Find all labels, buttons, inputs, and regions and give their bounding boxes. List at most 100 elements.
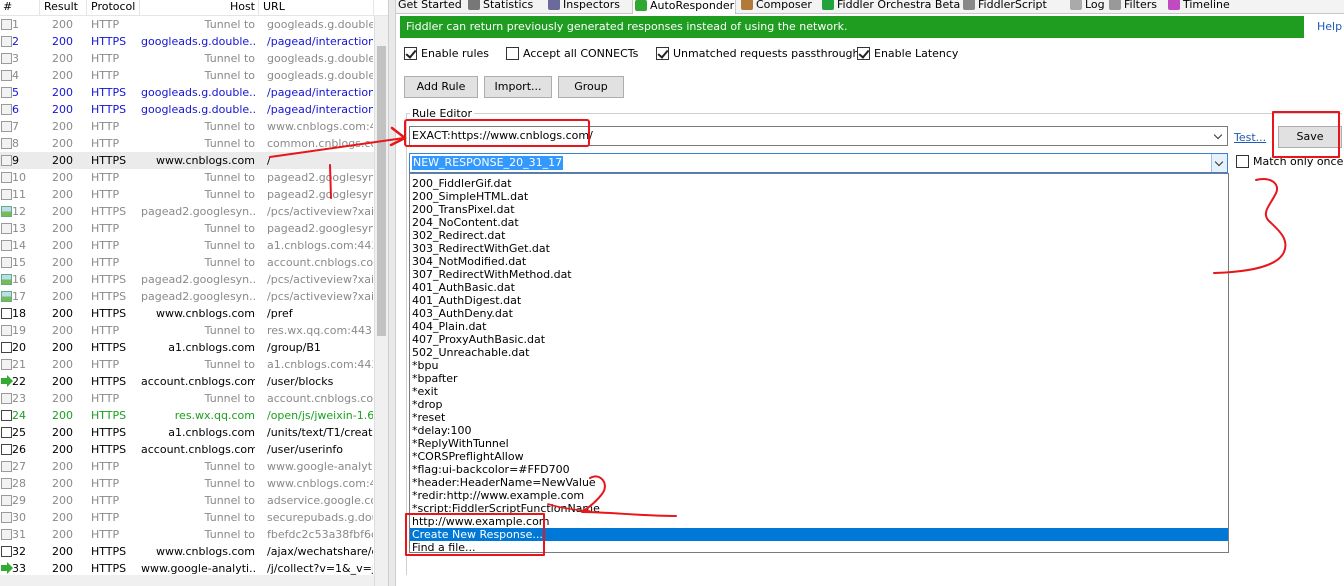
match-once-checkbox[interactable]: Match only once: [1236, 154, 1343, 170]
add-rule-button[interactable]: Add Rule: [404, 76, 478, 98]
dropdown-option[interactable]: 502_Unreachable.dat: [410, 346, 1228, 359]
tab-fiddler-orchestra-beta[interactable]: Fiddler Orchestra Beta: [820, 0, 960, 14]
col-host[interactable]: Host: [141, 0, 259, 16]
checkbox-box[interactable]: [404, 47, 417, 60]
scroll-thumb[interactable]: [377, 46, 386, 336]
dropdown-option[interactable]: 200_FiddlerGif.dat: [410, 177, 1228, 190]
table-row[interactable]: 12 200 HTTPS pagead2.googlesyn... /pcs/activ…: [0, 203, 374, 220]
table-row[interactable]: 15 200 HTTP Tunnel to account.cnblogs.com:: [0, 254, 374, 271]
checkbox-box[interactable]: [506, 47, 519, 60]
dropdown-option[interactable]: 302_Redirect.dat: [410, 229, 1228, 242]
table-row[interactable]: 13 200 HTTP Tunnel to pagead2.googlesyndic: [0, 220, 374, 237]
table-row[interactable]: 22 200 HTTPS account.cnblogs.com/user/block…: [0, 373, 374, 390]
dropdown-option[interactable]: *redir:http://www.example.com: [410, 489, 1228, 502]
dropdown-option[interactable]: *bpafter: [410, 372, 1228, 385]
dropdown-option[interactable]: 204_NoContent.dat: [410, 216, 1228, 229]
table-row[interactable]: 23 200 HTTP Tunnel to account.cnblogs.com:: [0, 390, 374, 407]
dropdown-option[interactable]: *exit: [410, 385, 1228, 398]
accept-connects-checkbox[interactable]: Accept all CONNECTs: [506, 46, 638, 62]
match-rule-combobox[interactable]: EXACT:https://www.cnblogs.com/: [409, 126, 1228, 146]
col-num[interactable]: #: [0, 0, 40, 16]
dropdown-option[interactable]: *delay:100: [410, 424, 1228, 437]
unmatched-passthrough-checkbox[interactable]: Unmatched requests passthrough: [656, 46, 860, 62]
sessions-scrollbar[interactable]: [374, 16, 388, 586]
dropdown-option[interactable]: 403_AuthDeny.dat: [410, 307, 1228, 320]
dropdown-option[interactable]: Find a file...: [410, 541, 1228, 554]
table-row[interactable]: 21 200 HTTP Tunnel to a1.cnblogs.com:443: [0, 356, 374, 373]
dropdown-option[interactable]: 303_RedirectWithGet.dat: [410, 242, 1228, 255]
enable-rules-checkbox[interactable]: Enable rules: [404, 46, 489, 62]
table-row[interactable]: 4 200 HTTP Tunnel to googleads.g.doublecli: [0, 67, 374, 84]
chevron-down-icon[interactable]: [1211, 154, 1227, 172]
table-row[interactable]: 17 200 HTTPS pagead2.googlesyn... /pcs/activ…: [0, 288, 374, 305]
tab-statistics[interactable]: Statistics: [466, 0, 542, 14]
table-row[interactable]: 20 200 HTTPS a1.cnblogs.com/group/B1: [0, 339, 374, 356]
dropdown-option[interactable]: *header:HeaderName=NewValue: [410, 476, 1228, 489]
dropdown-option[interactable]: 401_AuthBasic.dat: [410, 281, 1228, 294]
table-row[interactable]: 27 200 HTTP Tunnel to www.google-analytics: [0, 458, 374, 475]
sessions-hscrollbar[interactable]: [0, 575, 374, 586]
dropdown-option[interactable]: *bpu: [410, 359, 1228, 372]
save-button[interactable]: Save: [1278, 126, 1342, 148]
tab-composer[interactable]: Composer: [739, 0, 817, 14]
dropdown-option[interactable]: 200_TransPixel.dat: [410, 203, 1228, 216]
table-row[interactable]: 9 200 HTTPS www.cnblogs.com /: [0, 152, 374, 169]
table-row[interactable]: 14 200 HTTP Tunnel to a1.cnblogs.com:443: [0, 237, 374, 254]
enable-latency-checkbox[interactable]: Enable Latency: [857, 46, 958, 62]
table-row[interactable]: 26 200 HTTPS account.cnblogs.com/user/useri…: [0, 441, 374, 458]
table-row[interactable]: 24 200 HTTPS res.wx.qq.com/open/js/jweixin-…: [0, 407, 374, 424]
table-row[interactable]: 6 200 HTTPS googleads.g.double... /pagead/in…: [0, 101, 374, 118]
checkbox-box[interactable]: [1236, 155, 1249, 168]
col-url[interactable]: URL: [260, 0, 374, 16]
tab-fiddlerscript[interactable]: FiddlerScript: [961, 0, 1065, 14]
table-row[interactable]: 19 200 HTTP Tunnel to res.wx.qq.com:443: [0, 322, 374, 339]
group-button[interactable]: Group: [558, 76, 624, 98]
table-row[interactable]: 1 200 HTTP Tunnel to googleads.g.doublecli: [0, 16, 374, 33]
response-combobox[interactable]: NEW_RESPONSE_20_31_17: [409, 153, 1228, 173]
table-row[interactable]: 3 200 HTTP Tunnel to googleads.g.doublecli: [0, 50, 374, 67]
dropdown-option[interactable]: 407_ProxyAuthBasic.dat: [410, 333, 1228, 346]
tab-inspectors[interactable]: Inspectors: [546, 0, 628, 14]
table-row[interactable]: 30 200 HTTP Tunnel to securepubads.g.doub: [0, 509, 374, 526]
import-button[interactable]: Import...: [484, 76, 552, 98]
match-rule-text[interactable]: EXACT:https://www.cnblogs.com/: [412, 129, 593, 143]
table-row[interactable]: 29 200 HTTP Tunnel to adservice.google.com: [0, 492, 374, 509]
table-row[interactable]: 5 200 HTTPS googleads.g.double... /pagead/in…: [0, 84, 374, 101]
dropdown-option[interactable]: *CORSPreflightAllow: [410, 450, 1228, 463]
table-row[interactable]: 28 200 HTTP Tunnel to www.cnblogs.com:443: [0, 475, 374, 492]
dropdown-option[interactable]: *reset: [410, 411, 1228, 424]
col-result[interactable]: Result: [41, 0, 87, 16]
pane-splitter[interactable]: [388, 0, 396, 586]
table-row[interactable]: 25 200 HTTPS a1.cnblogs.com/units/text/T1/c…: [0, 424, 374, 441]
dropdown-option[interactable]: 307_RedirectWithMethod.dat: [410, 268, 1228, 281]
table-row[interactable]: 11 200 HTTP Tunnel to pagead2.googlesyndic: [0, 186, 374, 203]
tab-log[interactable]: Log: [1068, 0, 1105, 14]
help-link[interactable]: Help: [1317, 20, 1342, 33]
test-link[interactable]: Test...: [1234, 131, 1266, 144]
dropdown-option[interactable]: http://www.example.com: [410, 515, 1228, 528]
dropdown-option[interactable]: 304_NotModified.dat: [410, 255, 1228, 268]
table-row[interactable]: 2 200 HTTPS googleads.g.double... /pagead/in…: [0, 33, 374, 50]
dropdown-option[interactable]: *ReplyWithTunnel: [410, 437, 1228, 450]
dropdown-option[interactable]: Create New Response...: [410, 528, 1228, 541]
tab-get-started[interactable]: Get Started: [396, 0, 462, 14]
table-row[interactable]: 16 200 HTTPS pagead2.googlesyn... /pcs/activ…: [0, 271, 374, 288]
tab-timeline[interactable]: Timeline: [1166, 0, 1236, 14]
tab-filters[interactable]: Filters: [1107, 0, 1163, 14]
checkbox-box[interactable]: [857, 47, 870, 60]
response-text[interactable]: NEW_RESPONSE_20_31_17: [412, 156, 564, 170]
dropdown-option[interactable]: *drop: [410, 398, 1228, 411]
dropdown-option[interactable]: 401_AuthDigest.dat: [410, 294, 1228, 307]
table-row[interactable]: 32 200 HTTPS www.cnblogs.com/ajax/wechatsha…: [0, 543, 374, 560]
chevron-down-icon[interactable]: [1211, 127, 1227, 145]
table-row[interactable]: 31 200 HTTP Tunnel to fbefdc2c53a38fbf6d4: [0, 526, 374, 543]
table-row[interactable]: 8 200 HTTP Tunnel to common.cnblogs.com: [0, 135, 374, 152]
dropdown-option[interactable]: *script:FiddlerScriptFunctionName: [410, 502, 1228, 515]
tab-autoresponder[interactable]: AutoResponder: [632, 0, 736, 14]
col-protocol[interactable]: Protocol: [88, 0, 140, 16]
dropdown-option[interactable]: 200_SimpleHTML.dat: [410, 190, 1228, 203]
checkbox-box[interactable]: [656, 47, 669, 60]
table-row[interactable]: 10 200 HTTP Tunnel to pagead2.googlesyndic: [0, 169, 374, 186]
dropdown-option[interactable]: *flag:ui-backcolor=#FFD700: [410, 463, 1228, 476]
dropdown-option[interactable]: 404_Plain.dat: [410, 320, 1228, 333]
